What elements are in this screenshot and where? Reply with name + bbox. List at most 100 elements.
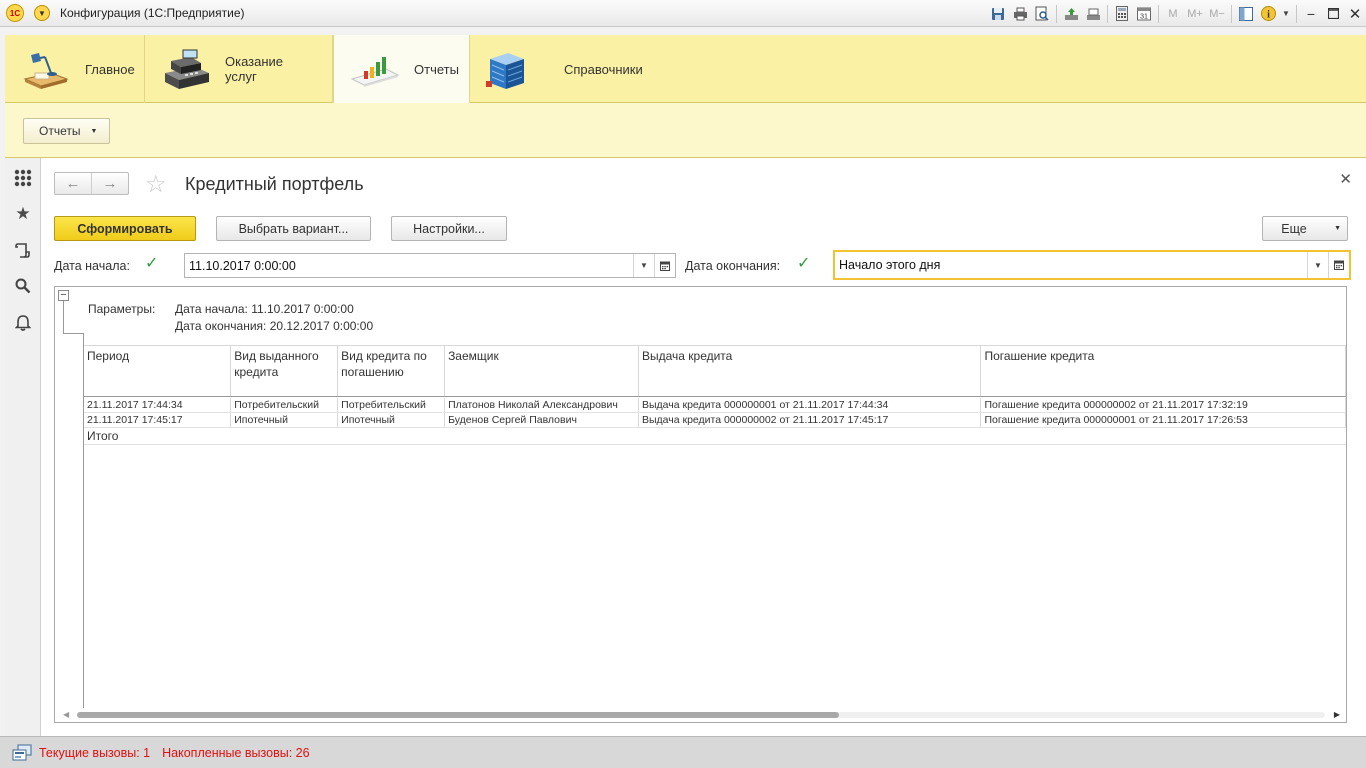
accumulated-calls-text: Накопленные вызовы: 26 — [162, 745, 310, 760]
scroll-left-icon[interactable]: ◀ — [63, 710, 69, 719]
end-date-checkbox[interactable]: ✓ — [797, 256, 811, 272]
generate-button[interactable]: Сформировать — [54, 216, 196, 241]
table-row[interactable]: 21.11.2017 17:44:34 Потребительский Потр… — [84, 397, 1346, 413]
start-date-label: Дата начала: — [54, 259, 130, 273]
cell-issued-type[interactable]: Потребительский — [230, 397, 339, 413]
params-end-date: Дата окончания: 20.12.2017 0:00:00 — [175, 319, 374, 333]
calculator-icon[interactable] — [1111, 3, 1133, 25]
section-label: Оказание услуг — [225, 54, 284, 84]
form-title: Кредитный портфель — [185, 174, 364, 194]
upload-icon[interactable] — [1060, 3, 1082, 25]
print-icon[interactable] — [1009, 3, 1031, 25]
info-icon[interactable]: i — [1257, 3, 1279, 25]
history-icon[interactable] — [5, 232, 41, 268]
search-icon[interactable] — [5, 268, 41, 304]
scrollbar-thumb[interactable] — [77, 712, 839, 718]
column-header: Вид кредита по погашению — [337, 345, 446, 397]
settings-button[interactable]: Настройки... — [391, 216, 507, 241]
server-calls-icon[interactable] — [12, 744, 32, 762]
cell-borrower[interactable]: Платонов Николай Александрович — [444, 397, 639, 413]
column-header: Выдача кредита — [638, 345, 982, 397]
cell-period[interactable]: 21.11.2017 17:45:17 — [84, 412, 232, 428]
cell-repayment-document[interactable]: Погашение кредита 000000002 от 21.11.201… — [980, 397, 1346, 413]
maximize-icon[interactable] — [1322, 3, 1344, 25]
end-date-label: Дата окончания: — [685, 259, 781, 273]
close-window-icon[interactable]: ✕ — [1344, 3, 1366, 25]
section-catalogs[interactable]: Справочники — [470, 35, 646, 103]
svg-text:i: i — [1267, 10, 1270, 21]
chevron-down-icon: ▼ — [1334, 225, 1341, 232]
horizontal-scrollbar[interactable]: ◀ ▶ — [55, 708, 1346, 722]
memory-plus-icon[interactable]: M+ — [1184, 3, 1206, 25]
column-header: Заемщик — [444, 345, 639, 397]
report-table: Период Вид выданного кредита Вид кредита… — [84, 345, 1346, 445]
cell-repayment-type[interactable]: Потребительский — [337, 397, 446, 413]
report-spreadsheet[interactable]: − Параметры: Дата начала: 11.10.2017 0:0… — [54, 286, 1347, 723]
minimize-icon[interactable]: − — [1300, 3, 1322, 25]
toolbar-separator — [1158, 4, 1159, 23]
cell-repayment-type[interactable]: Ипотечный — [337, 412, 446, 428]
more-button[interactable]: Еще ▼ — [1262, 216, 1348, 241]
chevron-down-icon[interactable]: ▼ — [1307, 252, 1328, 278]
forward-arrow-icon[interactable]: → — [91, 173, 128, 194]
title-toolbar: 31 M M+ M− i ▼ − ✕ — [987, 0, 1366, 27]
save-icon[interactable] — [987, 3, 1009, 25]
chevron-down-icon[interactable]: ▼ — [633, 254, 654, 277]
report-chart-icon — [350, 47, 400, 91]
start-date-value: 11.10.2017 0:00:00 — [189, 258, 296, 273]
navigation-buttons: ← → — [54, 172, 129, 195]
cell-issued-type[interactable]: Ипотечный — [230, 412, 339, 428]
reports-menu-label: Отчеты — [39, 124, 81, 138]
column-header: Погашение кредита — [980, 345, 1346, 397]
back-arrow-icon[interactable]: ← — [55, 173, 91, 194]
cell-issue-document[interactable]: Выдача кредита 000000001 от 21.11.2017 1… — [638, 397, 982, 413]
section-label: Отчеты — [414, 61, 459, 77]
report-form: ← → ☆ Кредитный портфель ✕ Сформировать … — [41, 158, 1366, 736]
window-title: Конфигурация (1С:Предприятие) — [60, 6, 245, 20]
calendar-icon[interactable]: 31 — [1133, 3, 1155, 25]
toolbar-separator — [1056, 4, 1057, 23]
cell-borrower[interactable]: Буденов Сергей Павлович — [444, 412, 639, 428]
add-to-favorites-star-icon[interactable]: ☆ — [145, 170, 167, 199]
group-outline — [63, 333, 83, 334]
notifications-bell-icon[interactable] — [5, 304, 41, 340]
end-date-field[interactable]: Начало этого дня ▼ — [833, 250, 1351, 280]
params-start-date: Дата начала: 11.10.2017 0:00:00 — [175, 302, 354, 316]
calendar-icon[interactable] — [1328, 252, 1349, 278]
calendar-icon[interactable] — [654, 254, 675, 277]
reports-menu-button[interactable]: Отчеты ▼ — [23, 118, 111, 144]
section-reports[interactable]: Отчеты — [333, 35, 470, 103]
toolbar-separator — [1231, 4, 1232, 23]
choose-variant-button[interactable]: Выбрать вариант... — [216, 216, 371, 241]
all-functions-icon[interactable] — [5, 160, 41, 196]
section-main[interactable]: Главное — [5, 35, 145, 103]
params-label: Параметры: — [88, 302, 156, 316]
start-date-field[interactable]: 11.10.2017 0:00:00 ▼ — [184, 253, 676, 278]
toolbar-separator — [1107, 4, 1108, 23]
status-bar: Текущие вызовы: 1 Накопленные вызовы: 26 — [0, 736, 1366, 768]
table-header-row: Период Вид выданного кредита Вид кредита… — [84, 345, 1346, 397]
column-header: Период — [84, 345, 232, 397]
close-form-icon[interactable]: ✕ — [1339, 170, 1352, 188]
start-date-checkbox[interactable]: ✓ — [145, 256, 159, 272]
scrollbar-track[interactable] — [77, 712, 1325, 718]
favorites-star-icon[interactable]: ★ — [5, 196, 41, 232]
panel-layout-icon[interactable] — [1235, 3, 1257, 25]
title-bar: 1С ▼ Конфигурация (1С:Предприятие) 31 M … — [0, 0, 1366, 27]
scroll-right-icon[interactable]: ▶ — [1334, 710, 1340, 719]
table-row[interactable]: 21.11.2017 17:45:17 Ипотечный Ипотечный … — [84, 412, 1346, 428]
cell-issue-document[interactable]: Выдача кредита 000000002 от 21.11.2017 1… — [638, 412, 982, 428]
main-menu-button[interactable]: ▼ — [34, 5, 50, 21]
print-preview-icon[interactable] — [1031, 3, 1053, 25]
end-date-value: Начало этого дня — [839, 258, 941, 272]
cell-period[interactable]: 21.11.2017 17:44:34 — [84, 397, 232, 413]
left-toolbar: ★ — [5, 158, 41, 736]
memory-minus-icon[interactable]: M− — [1206, 3, 1228, 25]
memory-m-icon[interactable]: M — [1162, 3, 1184, 25]
section-services[interactable]: Оказание услуг — [145, 35, 333, 103]
sections-panel: Главное Оказание услуг Отчеты Справочник… — [5, 35, 1366, 103]
collapse-group-icon[interactable]: − — [58, 290, 69, 301]
download-icon[interactable] — [1082, 3, 1104, 25]
chevron-down-icon[interactable]: ▼ — [1279, 3, 1293, 25]
cell-repayment-document[interactable]: Погашение кредита 000000001 от 21.11.201… — [980, 412, 1346, 428]
